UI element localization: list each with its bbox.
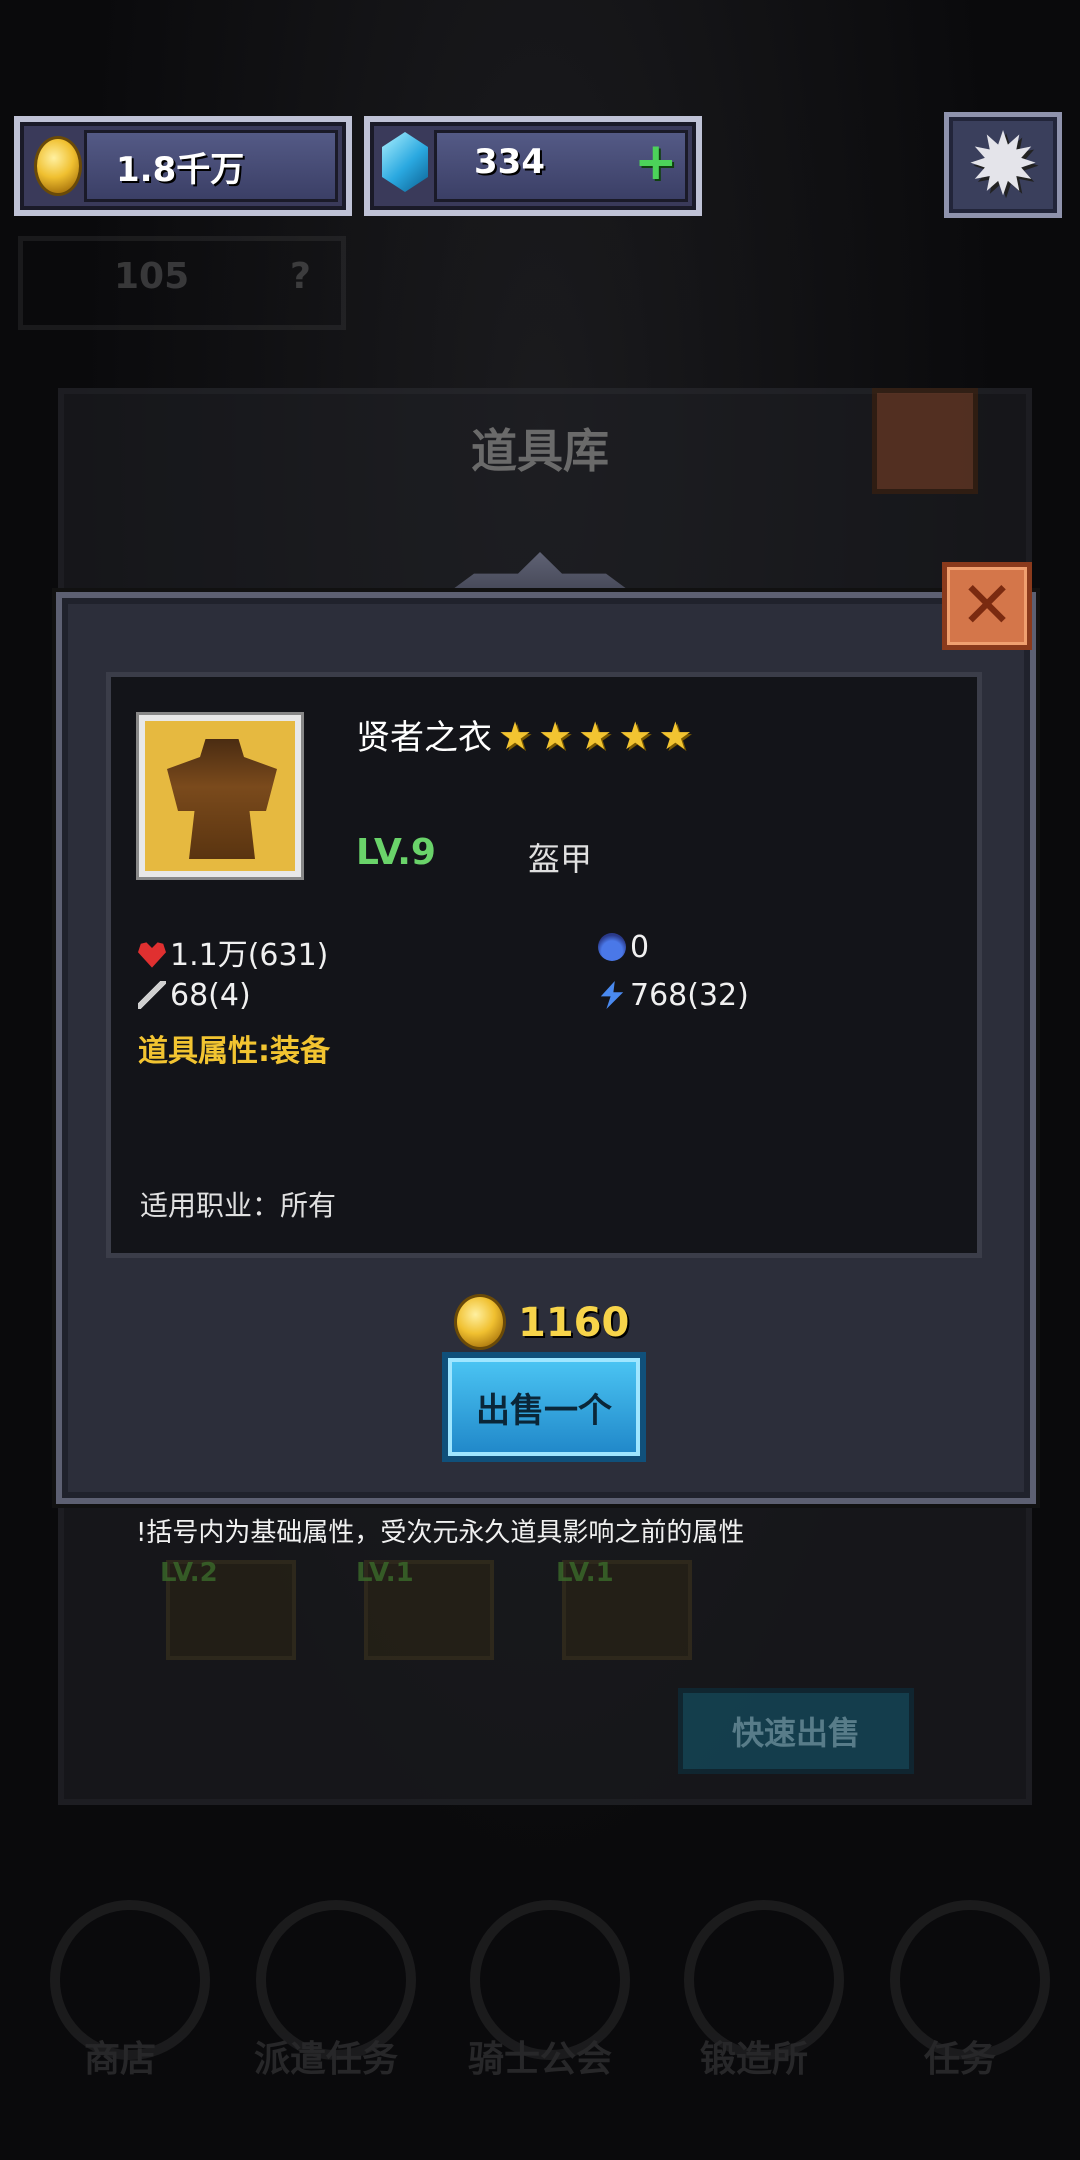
trophy-count: 105 [114,256,190,297]
price-coin-icon [454,1294,506,1350]
item-icon-frame [136,712,304,880]
gem-display: 334 + [364,116,702,216]
item-name-text: 贤者之衣 [356,718,492,758]
potion-icon [598,933,626,961]
stat-mp: 0 [598,930,649,965]
nav-item-dispatch[interactable]: 派遣任务 [236,1880,416,2080]
stat-atk: 68(4) [138,978,251,1013]
star-icon: ★ [578,714,613,758]
add-gems-button[interactable]: + [634,136,678,188]
gold-amount: 1.8千万 [116,150,245,190]
star-icon: ★ [618,714,653,758]
stat-hp-value: 1.1万(631) [170,938,329,973]
item-card-level: LV.1 [556,1558,614,1588]
settings-button[interactable]: ✹ [944,112,1062,218]
inventory-close-button[interactable] [872,388,978,494]
heart-icon [138,942,166,968]
nav-label: 商店 [83,2039,156,2080]
close-button[interactable]: ✕ [942,562,1032,650]
star-icon: ★ [498,714,533,758]
stat-mp-value: 0 [630,930,650,965]
sword-icon [138,981,166,1009]
stat-spd-value: 768(32) [630,978,749,1013]
close-icon: ✕ [960,569,1014,643]
star-icon: ★ [658,714,693,758]
stat-note: !括号内为基础属性，受次元永久道具影响之前的属性 [136,1518,745,1548]
sell-price: 1160 [518,1300,630,1346]
gem-amount: 334 [474,142,545,182]
nav-item-forge[interactable]: 锻造所 [664,1880,844,2080]
nav-item-guild[interactable]: 骑士公会 [450,1880,630,2080]
item-card-level: LV.2 [160,1558,218,1588]
nav-label: 锻造所 [699,2039,808,2080]
gear-icon: ✹ [966,115,1040,215]
item-attribute: 道具属性:装备 [138,1034,330,1069]
bottom-nav: 商店 派遣任务 骑士公会 锻造所 任务 [0,1880,1080,2080]
item-card-level: LV.1 [356,1558,414,1588]
trophy-help: ? [290,256,311,297]
nav-label: 任务 [923,2039,996,2080]
gold-display: 1.8千万 [14,116,352,216]
gem-icon [382,132,428,192]
nav-item-quest[interactable]: 任务 [870,1880,1050,2080]
sell-one-button[interactable]: 出售一个 [442,1352,646,1462]
gold-coin-icon [34,136,82,196]
robe-icon [145,721,295,871]
item-type: 盔甲 [528,840,593,878]
nav-label: 派遣任务 [253,2039,398,2080]
nav-label: 骑士公会 [467,2039,612,2080]
nav-item-shop[interactable]: 商店 [30,1880,210,2080]
stat-spd: 768(32) [598,978,749,1013]
item-job: 适用职业：所有 [140,1189,337,1222]
item-name: 贤者之衣 ★ ★ ★ ★ ★ [356,710,692,759]
item-level: LV.9 [356,832,436,873]
quick-sell-button[interactable]: 快速出售 [678,1688,914,1774]
stat-hp: 1.1万(631) [138,930,328,974]
star-rating: ★ ★ ★ ★ ★ [492,714,692,758]
star-icon: ★ [538,714,573,758]
lightning-icon [600,981,624,1009]
stat-atk-value: 68(4) [170,978,251,1013]
